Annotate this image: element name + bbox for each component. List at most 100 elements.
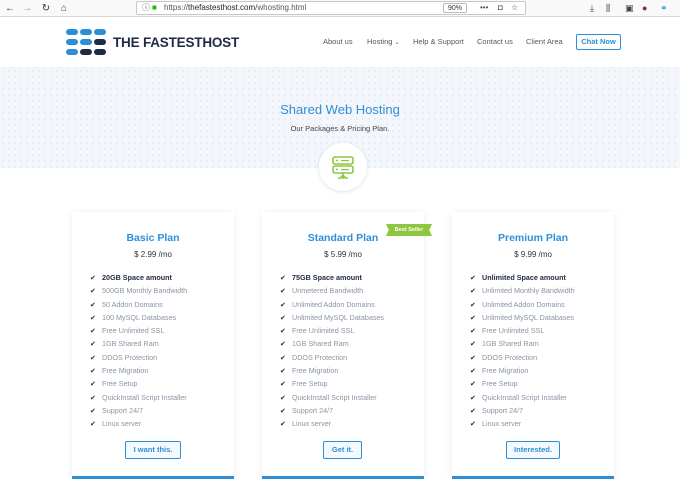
check-icon: ✔ — [280, 301, 286, 309]
check-icon: ✔ — [280, 354, 286, 362]
feature-item: ✔ Free Migration — [90, 364, 187, 377]
check-icon: ✔ — [470, 288, 476, 296]
plan-name: Premium Plan — [497, 232, 569, 244]
bookmark-star-icon[interactable]: ☆ — [511, 2, 518, 14]
check-icon: ✔ — [470, 394, 476, 402]
plan-price: $ 5.99 /mo — [324, 250, 362, 259]
check-icon: ✔ — [470, 275, 476, 282]
forward-arrow-icon[interactable]: → — [20, 2, 34, 15]
check-icon: ✔ — [280, 421, 286, 429]
feature-label: 1GB Shared Ram — [292, 339, 349, 349]
check-icon: ✔ — [280, 288, 286, 296]
address-bar[interactable]: ⓘ ■ https://thefastesthost.com/whosting.… — [136, 1, 526, 15]
check-icon: ✔ — [90, 275, 96, 282]
server-icon — [319, 143, 367, 191]
logo-text[interactable]: THE FASTESTHOST — [113, 35, 239, 50]
nav-hosting[interactable]: Hosting ⌄ — [367, 37, 400, 46]
check-icon: ✔ — [280, 275, 286, 282]
feature-item: ✔ Free Migration — [280, 364, 384, 377]
feature-label: Unlimited Monthly Bandwidth — [482, 286, 575, 296]
get-it-button[interactable]: Get it. — [323, 441, 362, 459]
sidebar-icon[interactable]: ▣ — [625, 2, 634, 15]
feature-item: ✔ Support 24/7 — [280, 404, 384, 417]
feature-item: ✔ Support 24/7 — [90, 404, 187, 417]
feature-item: ✔ Unlimited Addon Domains — [470, 298, 575, 311]
interested-button[interactable]: Interested. — [506, 441, 560, 459]
check-icon: ✔ — [90, 288, 96, 296]
url-host: thefastesthost.com — [188, 3, 256, 12]
logo-icon[interactable] — [66, 29, 108, 55]
nav-about-us[interactable]: About us — [323, 37, 353, 46]
feature-label: DDOS Protection — [482, 352, 538, 362]
extension-icon[interactable]: ● — [642, 2, 647, 15]
page-subtitle: Our Packages & Pricing Plan. — [290, 124, 390, 133]
chevron-down-icon: ⌄ — [394, 40, 400, 46]
feature-item: ✔ Unlimited MySQL Databases — [470, 311, 575, 324]
feature-label: Unmetered Bandwidth — [292, 286, 364, 296]
logo-fastest: FASTEST — [142, 35, 203, 50]
feature-item: ✔ DDOS Protection — [470, 351, 575, 364]
feature-label: 500GB Monthly Bandwidth — [102, 286, 188, 296]
feature-item: ✔ 1GB Shared Ram — [280, 337, 384, 350]
pocket-icon[interactable]: ◘ — [498, 2, 503, 14]
feature-item: ✔ Unlimited MySQL Databases — [280, 311, 384, 324]
feature-list: ✔ 75GB Space amount ✔ Unmetered Bandwidth … — [280, 271, 384, 431]
info-icon[interactable]: ⓘ — [142, 2, 150, 14]
check-icon: ✔ — [280, 314, 286, 322]
url-path: /whosting.html — [255, 3, 307, 12]
check-icon: ✔ — [280, 368, 286, 376]
check-icon: ✔ — [470, 407, 476, 415]
page-title: Shared Web Hosting — [280, 102, 400, 117]
feature-item: ✔ Support 24/7 — [470, 404, 575, 417]
browser-toolbar: ← → ↻ ⌂ ⓘ ■ https://thefastesthost.com/w… — [0, 0, 680, 17]
plan-card-premium: Premium Plan $ 9.99 /mo ✔ Unlimited Space… — [452, 212, 614, 479]
feature-label: 1GB Shared Ram — [102, 339, 159, 349]
home-icon[interactable]: ⌂ — [57, 2, 71, 15]
feature-item: ✔ Free Unlimited SSL — [90, 324, 187, 337]
zoom-level[interactable]: 90% — [443, 3, 468, 13]
check-icon: ✔ — [470, 368, 476, 376]
check-icon: ✔ — [470, 341, 476, 349]
feature-label: Free Migration — [102, 366, 149, 376]
logo-the: THE — [113, 35, 143, 50]
downloads-icon[interactable]: ⤓ — [590, 2, 594, 15]
page-actions-icon[interactable]: ••• — [480, 2, 488, 14]
feature-item: ✔ 20GB Space amount — [90, 271, 187, 284]
nav-contact-us[interactable]: Contact us — [477, 37, 513, 46]
feature-item: ✔ QuickInstall Script Installer — [470, 391, 575, 404]
feature-label: Unlimited MySQL Databases — [482, 312, 575, 322]
extension-link-icon[interactable]: ⚭ — [660, 2, 668, 15]
nav-client-area[interactable]: Client Area — [526, 37, 563, 46]
feature-item: ✔ Linux server — [90, 417, 187, 430]
feature-label: 100 MySQL Databases — [102, 312, 177, 322]
feature-label: Unlimited Addon Domains — [482, 299, 565, 309]
feature-label: Free Unlimited SSL — [292, 326, 355, 336]
nav-help-support[interactable]: Help & Support — [413, 37, 464, 46]
plan-card-basic: Basic Plan $ 2.99 /mo ✔ 20GB Space amount… — [72, 212, 234, 479]
feature-label: Support 24/7 — [102, 405, 144, 415]
feature-label: Support 24/7 — [482, 405, 524, 415]
feature-label: 75GB Space amount — [292, 273, 362, 282]
feature-item: ✔ Free Migration — [470, 364, 575, 377]
chat-now-button[interactable]: Chat Now — [576, 34, 621, 50]
check-icon: ✔ — [470, 381, 476, 389]
check-icon: ✔ — [90, 341, 96, 349]
site-header: THE FASTESTHOST About us Hosting ⌄ Help … — [0, 17, 680, 67]
feature-label: 20GB Space amount — [102, 273, 172, 282]
library-icon[interactable]: ⫼ — [606, 2, 610, 15]
lock-icon: ■ — [152, 3, 157, 12]
feature-item: ✔ 500GB Monthly Bandwidth — [90, 284, 187, 297]
i-want-this-button[interactable]: I want this. — [125, 441, 181, 459]
plan-name: Basic Plan — [126, 232, 180, 244]
url-text[interactable]: https://thefastesthost.com/whosting.html — [164, 2, 306, 14]
reload-icon[interactable]: ↻ — [39, 2, 53, 15]
feature-item: ✔ DDOS Protection — [90, 351, 187, 364]
check-icon: ✔ — [90, 368, 96, 376]
back-arrow-icon[interactable]: ← — [3, 2, 17, 15]
feature-label: Free Setup — [102, 379, 138, 389]
feature-item: ✔ Unlimited Addon Domains — [280, 298, 384, 311]
feature-label: Free Unlimited SSL — [102, 326, 165, 336]
plan-price: $ 9.99 /mo — [514, 250, 552, 259]
logo-host: HOST — [202, 35, 240, 50]
feature-item: ✔ QuickInstall Script Installer — [90, 391, 187, 404]
